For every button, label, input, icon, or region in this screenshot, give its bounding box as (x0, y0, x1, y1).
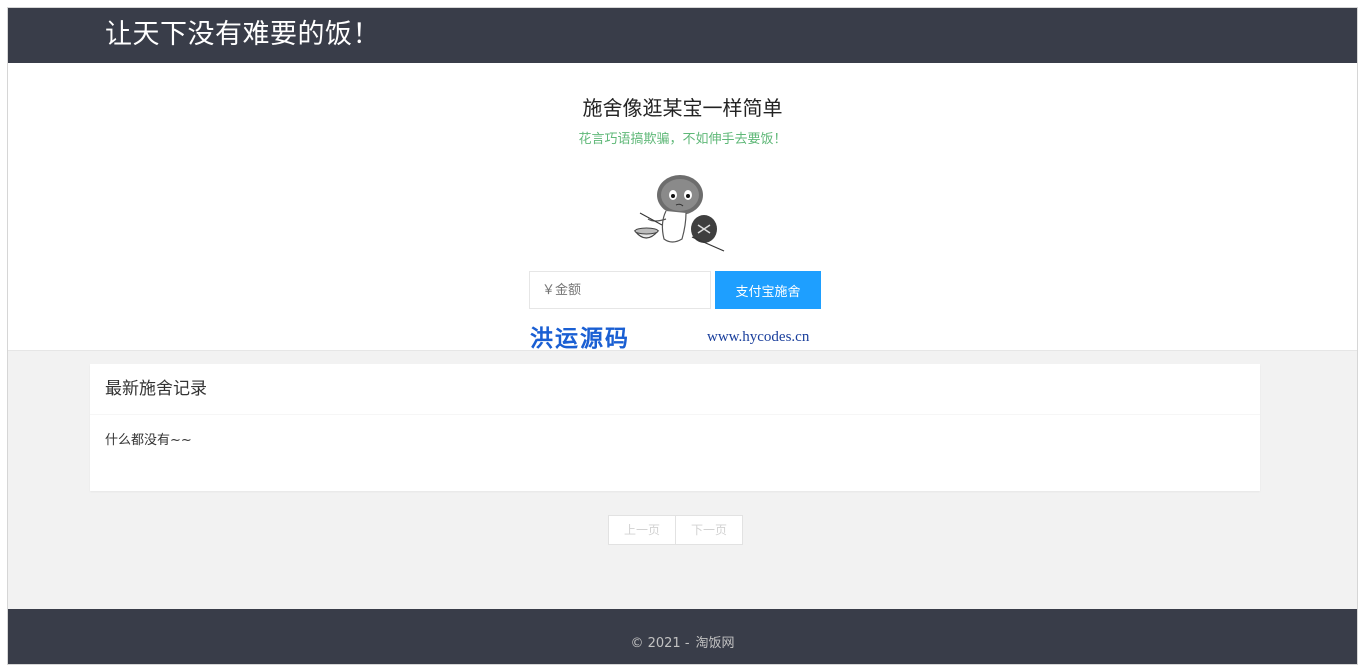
beggar-mascot-icon (633, 175, 725, 252)
hero-title: 施舍像逛某宝一样简单 (582, 96, 783, 120)
next-page-button[interactable]: 下一页 (676, 515, 743, 545)
amount-input[interactable] (529, 271, 711, 309)
records-empty-text: 什么都没有~~ (105, 433, 192, 448)
footer: © 2021 - 淘饭网 (8, 609, 1357, 664)
prev-page-button[interactable]: 上一页 (608, 515, 676, 545)
donation-hero: 施舍像逛某宝一样简单 花言巧语搞欺骗，不如伸手去要饭！ 支付宝施舍 (8, 63, 1357, 352)
alipay-donate-button[interactable]: 支付宝施舍 (715, 271, 821, 309)
donation-records-card: 最新施舍记录 什么都没有~~ (90, 364, 1260, 491)
pagination: 上一页 下一页 (608, 515, 743, 545)
watermark: 洪运源码 www.hycodes.cn (530, 317, 840, 357)
watermark-name: 洪运源码 (530, 325, 630, 352)
site-title: 让天下没有难要的饭！ (105, 19, 380, 50)
hero-subtitle: 花言巧语搞欺骗，不如伸手去要饭！ (578, 132, 787, 147)
watermark-url: www.hycodes.cn (707, 329, 810, 345)
footer-site-link[interactable]: 淘饭网 (696, 636, 735, 651)
page-frame: 让天下没有难要的饭！ 施舍像逛某宝一样简单 花言巧语搞欺骗，不如伸手去要饭！ ￥… (7, 7, 1358, 665)
records-title: 最新施舍记录 (90, 364, 1260, 415)
footer-copyright: © 2021 - (630, 636, 690, 651)
top-header: 让天下没有难要的饭！ (8, 8, 1357, 63)
